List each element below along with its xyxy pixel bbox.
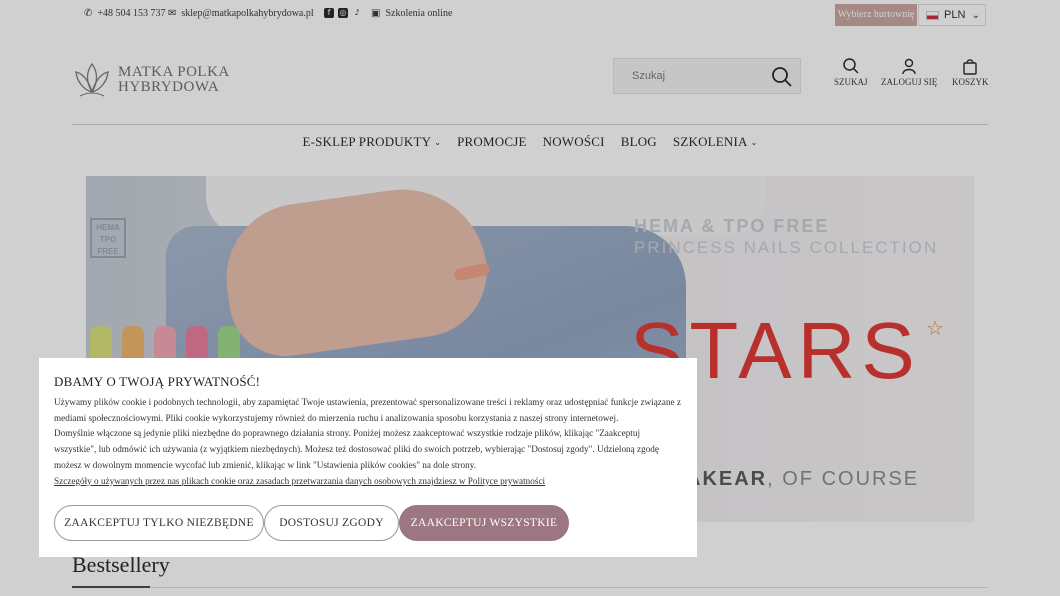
cookie-paragraph-2: Domyślnie włączone są jedynie pliki niez… (54, 428, 659, 470)
cookie-consent-dialog: DBAMY O TWOJĄ PRYWATNOŚĆ! Używamy plików… (39, 358, 697, 557)
accept-necessary-button[interactable]: ZAAKCEPTUJ TYLKO NIEZBĘDNE (54, 505, 264, 541)
privacy-policy-link[interactable]: Szczegóły o używanych przez nas plikach … (54, 474, 682, 488)
cookie-paragraph-1: Używamy plików cookie i podobnych techno… (54, 397, 682, 423)
cookie-buttons: ZAAKCEPTUJ TYLKO NIEZBĘDNE DOSTOSUJ ZGOD… (54, 505, 569, 541)
accept-all-button[interactable]: ZAAKCEPTUJ WSZYSTKIE (399, 505, 569, 541)
customize-consent-button[interactable]: DOSTOSUJ ZGODY (264, 505, 399, 541)
cookie-title: DBAMY O TWOJĄ PRYWATNOŚĆ! (54, 374, 261, 389)
